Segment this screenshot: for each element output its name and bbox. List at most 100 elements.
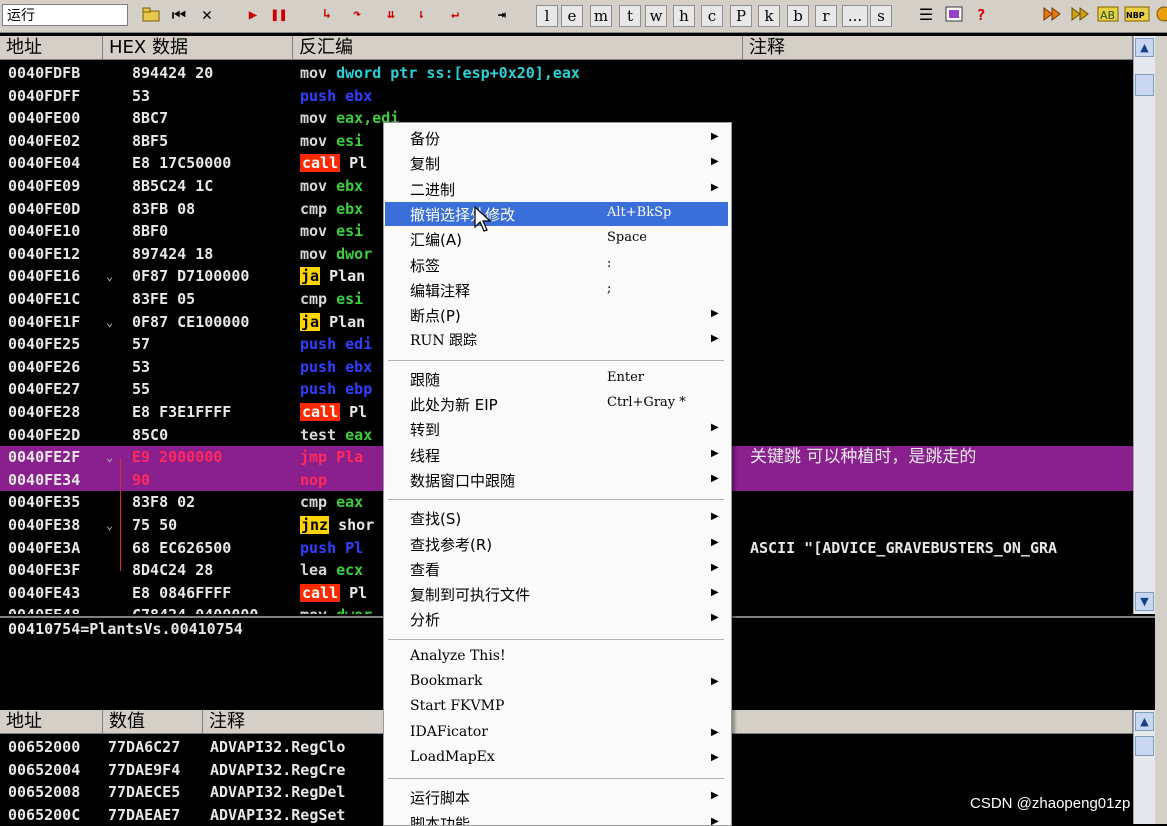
pause-icon[interactable]: ❚❚ (268, 5, 290, 27)
menu-item[interactable]: 汇编(A)Space (385, 227, 728, 251)
menu-item-label: 转到 (410, 419, 440, 440)
right-panel-strip (1155, 36, 1167, 824)
row-disassembly: nop (300, 469, 327, 492)
plugin-icon-5[interactable] (1154, 5, 1167, 27)
menu-item[interactable]: 查找(S)▶ (385, 506, 728, 530)
row-mnemonic: mov (300, 245, 327, 263)
menu-item[interactable]: IDAFicator▶ (385, 722, 728, 746)
cpu-button[interactable]: c (701, 5, 723, 27)
menu-item[interactable]: Bookmark ▶ (385, 671, 728, 695)
column-header-comment[interactable]: 注释 (743, 36, 1133, 60)
submenu-arrow-icon: ▶ (711, 676, 719, 687)
menu-item-label: Start FKVMP (410, 698, 504, 714)
menu-item[interactable]: 线程▶ (385, 443, 728, 467)
handles-button[interactable]: h (673, 5, 695, 27)
menu-item[interactable]: 数据窗口中跟随▶ (385, 468, 728, 492)
disasm-row[interactable]: 0040FDFB894424 20mov dword ptr ss:[esp+0… (0, 62, 1133, 85)
plugin-icon-2[interactable] (1068, 5, 1092, 27)
svg-text:AB: AB (1100, 9, 1115, 22)
step-over-icon[interactable]: ↷ (344, 5, 370, 27)
dump-header-address[interactable]: 地址 (0, 710, 103, 734)
row-disassembly: push Pl (300, 537, 363, 560)
menu-item[interactable]: 编辑注释; (385, 278, 728, 302)
run-icon[interactable]: ▶ (242, 5, 264, 27)
scroll-down-icon[interactable]: ▼ (1135, 592, 1154, 611)
column-header-disassembly[interactable]: 反汇编 (293, 36, 743, 60)
row-hex: 8BF0 (132, 220, 168, 243)
row-hex: 68 EC626500 (132, 537, 231, 560)
mouse-cursor-icon (474, 206, 494, 234)
dump-scrollbar[interactable]: ▲ (1133, 710, 1155, 824)
animate-over-icon[interactable]: ⇂ (408, 5, 434, 27)
menu-item[interactable]: 分析▶ (385, 607, 728, 631)
dump-scroll-thumb[interactable] (1135, 736, 1154, 756)
row-operands: dwor (336, 245, 372, 263)
menu-item[interactable]: 备份 ▶ (385, 126, 728, 150)
plugin-icon-4[interactable]: NBP (1124, 5, 1150, 27)
menu-item[interactable]: 查看▶ (385, 557, 728, 581)
row-mnemonic: push (300, 539, 336, 557)
row-operands: Pl (349, 403, 367, 421)
plugin-icon-3[interactable]: AB (1096, 5, 1120, 27)
menu-item[interactable]: 复制▶ (385, 151, 728, 175)
close-icon[interactable]: ✕ (196, 5, 218, 27)
row-hex: E8 17C50000 (132, 152, 231, 175)
menu-item[interactable]: 标签: (385, 253, 728, 277)
disasm-row[interactable]: 0040FDFF53push ebx (0, 85, 1133, 108)
scroll-thumb[interactable] (1135, 74, 1154, 96)
step-into-icon[interactable]: ↳ (314, 5, 340, 27)
row-address: 0040FE2F (8, 446, 80, 469)
executable-modules-button[interactable]: e (561, 5, 583, 27)
help-icon[interactable]: ? (970, 5, 992, 27)
menu-item-label: 备份 (410, 128, 440, 149)
column-header-hex[interactable]: HEX 数据 (103, 36, 293, 60)
references-button[interactable]: r (815, 5, 837, 27)
menu-item-label: Bookmark (410, 673, 482, 689)
menu-item[interactable]: 跟随Enter (385, 367, 728, 391)
menu-separator (388, 639, 724, 640)
submenu-arrow-icon: ▶ (711, 537, 719, 548)
row-hex: 83F8 02 (132, 491, 195, 514)
list-icon[interactable]: ☰ (914, 5, 938, 27)
execute-till-return-icon[interactable]: ↵ (442, 5, 468, 27)
menu-item[interactable]: 查找参考(R)▶ (385, 532, 728, 556)
memory-map-button[interactable]: m (590, 5, 612, 27)
menu-item-label: 复制 (410, 153, 440, 174)
animate-into-icon[interactable]: ⇊ (378, 5, 404, 27)
image-icon[interactable] (942, 5, 966, 27)
rewind-icon[interactable]: ⏮ (166, 5, 192, 27)
menu-item-label: IDAFicator (410, 724, 488, 740)
log-window-button[interactable]: l (536, 5, 558, 27)
cpu-scrollbar[interactable]: ▲ ▼ (1133, 36, 1155, 614)
menu-item[interactable]: 此处为新 EIPCtrl+Gray * (385, 392, 728, 416)
row-operands: esi (336, 290, 363, 308)
menu-item[interactable]: 断点(P)▶ (385, 303, 728, 327)
patches-button[interactable]: P (730, 5, 752, 27)
open-file-icon[interactable] (140, 5, 162, 27)
menu-item[interactable]: RUN 跟踪▶ (385, 328, 728, 352)
dump-header-value[interactable]: 数值 (103, 710, 203, 734)
menu-item[interactable]: 二进制▶ (385, 177, 728, 201)
menu-item[interactable]: Analyze This! (385, 646, 728, 670)
menu-item[interactable]: 运行脚本▶ (385, 785, 728, 809)
windows-button[interactable]: w (645, 5, 667, 27)
submenu-arrow-icon: ▶ (711, 131, 719, 142)
row-hex: 8B5C24 1C (132, 175, 213, 198)
threads-button[interactable]: t (619, 5, 641, 27)
menu-item[interactable]: LoadMapEx▶ (385, 747, 728, 771)
plugin-icon-1[interactable] (1040, 5, 1064, 27)
breakpoints-button[interactable]: b (787, 5, 809, 27)
source-button[interactable]: s (870, 5, 892, 27)
menu-item[interactable]: 转到▶ (385, 417, 728, 441)
scroll-up-icon[interactable]: ▲ (1135, 38, 1154, 57)
column-header-address[interactable]: 地址 (0, 36, 103, 60)
row-comment: ASCII "[ADVICE_GRAVEBUSTERS_ON_GRA (750, 537, 1057, 560)
call-stack-button[interactable]: k (758, 5, 780, 27)
go-to-icon[interactable]: ⇥ (490, 5, 514, 27)
menu-item[interactable]: 复制到可执行文件▶ (385, 582, 728, 606)
menu-item[interactable]: 撤销选择处修改Alt+BkSp (385, 202, 728, 226)
dump-scroll-up-icon[interactable]: ▲ (1135, 712, 1154, 731)
submenu-arrow-icon: ▶ (711, 562, 719, 573)
run-trace-button[interactable]: ... (842, 5, 868, 27)
menu-item[interactable]: Start FKVMP (385, 696, 728, 720)
